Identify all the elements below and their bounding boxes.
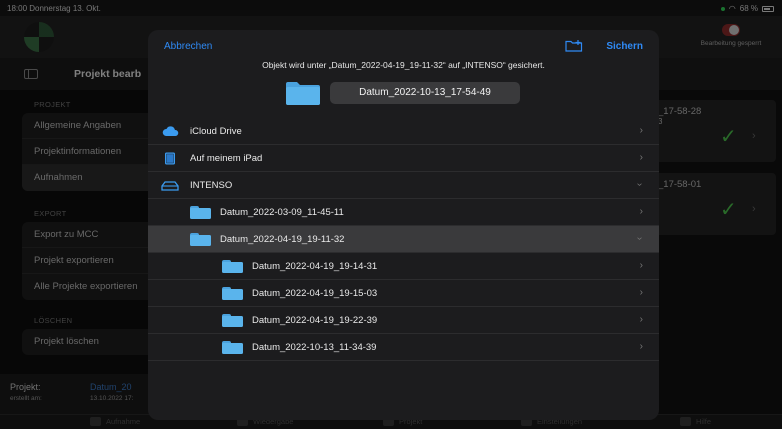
location-label: iCloud Drive (190, 126, 242, 137)
subfolder-row[interactable]: Datum_2022-10-13_11-34-39 › (148, 334, 659, 361)
save-dialog: Abbrechen Sichern Objekt wird unter „Dat… (148, 30, 659, 420)
folder-icon (286, 82, 320, 105)
subfolder-row[interactable]: Datum_2022-04-19_19-22-39 › (148, 307, 659, 334)
subfolder-row[interactable]: Datum_2022-04-19_19-14-31 › (148, 253, 659, 280)
folder-row[interactable]: Datum_2022-03-09_11-45-11 › (148, 199, 659, 226)
icloud-icon (162, 126, 179, 136)
filename-field[interactable]: Datum_2022-10-13_17-54-49 (330, 82, 520, 104)
folder-icon (222, 341, 243, 354)
location-label: Auf meinem iPad (190, 153, 263, 164)
chevron-right-icon: › (639, 341, 643, 352)
save-button[interactable]: Sichern (606, 41, 643, 52)
chevron-right-icon: › (639, 206, 643, 217)
folder-icon (222, 260, 243, 273)
chevron-right-icon: › (639, 152, 643, 163)
new-folder-icon[interactable] (565, 39, 583, 52)
folder-row-selected[interactable]: Datum_2022-04-19_19-11-32 › (148, 226, 659, 253)
chevron-down-icon: › (633, 182, 645, 187)
subfolder-row[interactable]: Datum_2022-04-19_19-15-03 › (148, 280, 659, 307)
cancel-button[interactable]: Abbrechen (164, 41, 212, 52)
save-location-info: Objekt wird unter „Datum_2022-04-19_19-1… (262, 60, 545, 70)
chevron-down-icon: › (633, 236, 645, 241)
folder-icon (222, 314, 243, 327)
folder-label: Datum_2022-04-19_19-14-31 (252, 261, 378, 272)
folder-label: Datum_2022-04-19_19-15-03 (252, 288, 378, 299)
folder-label: Datum_2022-03-09_11-45-11 (220, 207, 344, 218)
folder-icon (190, 206, 211, 219)
folder-label: Datum_2022-04-19_19-11-32 (220, 234, 345, 245)
location-label: INTENSO (190, 180, 233, 191)
chevron-right-icon: › (639, 314, 643, 325)
folder-icon (190, 233, 211, 246)
location-on-my-ipad[interactable]: Auf meinem iPad › (148, 145, 659, 172)
ipad-icon (165, 152, 175, 165)
folder-label: Datum_2022-10-13_11-34-39 (252, 342, 377, 353)
location-list: iCloud Drive › Auf meinem iPad › INTENSO… (148, 118, 659, 361)
dialog-header: Abbrechen Sichern Objekt wird unter „Dat… (148, 30, 659, 118)
chevron-right-icon: › (639, 287, 643, 298)
chevron-right-icon: › (639, 125, 643, 136)
chevron-right-icon: › (639, 260, 643, 271)
folder-icon (222, 287, 243, 300)
folder-label: Datum_2022-04-19_19-22-39 (252, 315, 378, 326)
external-drive-icon (161, 181, 179, 191)
location-icloud-drive[interactable]: iCloud Drive › (148, 118, 659, 145)
location-intenso[interactable]: INTENSO › (148, 172, 659, 199)
filename-row: Datum_2022-10-13_17-54-49 (286, 81, 520, 105)
